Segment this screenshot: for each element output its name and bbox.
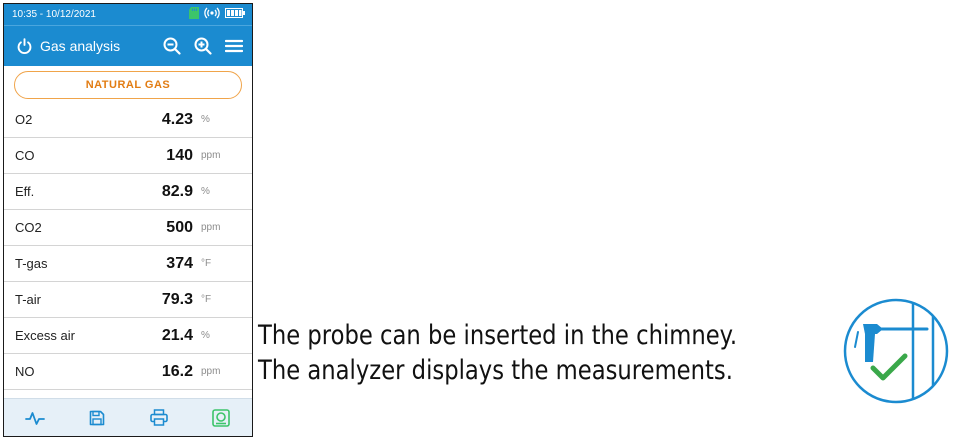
caption-line-2: The analyzer displays the measurements. [258,355,733,386]
fuel-selector-wrap: NATURAL GAS [4,66,252,99]
measurement-row-t-air[interactable]: T-air 79.3 °F [4,282,252,318]
measurement-label: Eff. [15,184,35,199]
measurement-unit: °F [201,294,212,305]
measurement-label: CO2 [15,220,42,235]
measurement-value: 82.9 [161,182,193,200]
measurement-value: 140 [166,146,193,164]
measurement-unit: % [201,186,210,197]
battery-icon [225,8,245,21]
refresh-icon[interactable] [14,36,34,56]
app-title-group: Gas analysis [14,36,120,56]
fuel-selector-button[interactable]: NATURAL GAS [14,71,242,99]
analyzer-screen: 10:35 - 10/12/2021 Gas analysis NATURAL … [3,3,253,437]
measurement-row-o2[interactable]: O2 4.23 % [4,102,252,138]
zoom-in-icon[interactable] [193,36,213,56]
measurement-unit: ppm [201,366,221,377]
measurement-label: CO [15,148,35,163]
measurement-value: 4.23 [161,110,193,128]
status-bar: 10:35 - 10/12/2021 [4,4,252,25]
measurement-label: T-air [15,292,41,307]
measurement-value: 16.2 [161,362,193,380]
measurement-unit: ppm [201,222,221,233]
caption: The probe can be inserted in the chimney… [258,318,737,388]
measurement-row-excess-air[interactable]: Excess air 21.4 % [4,318,252,354]
measurement-row-eff[interactable]: Eff. 82.9 % [4,174,252,210]
status-icons [189,7,245,22]
measurement-value: 500 [166,218,193,236]
measurement-label: NO [15,364,35,379]
measurement-value: 79.3 [161,290,193,308]
chart-icon[interactable] [25,408,45,428]
measurement-row-co2[interactable]: CO2 500 ppm [4,210,252,246]
measurement-row-no[interactable]: NO 16.2 ppm [4,354,252,390]
caption-line-1: The probe can be inserted in the chimney… [258,320,738,351]
bottom-toolbar [4,398,252,436]
wireless-signal-icon [204,7,220,22]
save-icon[interactable] [87,408,107,428]
probe-icon[interactable] [211,408,231,428]
menu-icon[interactable] [224,36,244,56]
datetime: 10:35 - 10/12/2021 [12,9,96,20]
measurement-value: 374 [166,254,193,272]
app-actions [162,36,244,56]
measurement-unit: ppm [201,150,221,161]
measurement-row-co[interactable]: CO 140 ppm [4,138,252,174]
probe-in-chimney-icon [843,298,949,404]
page-title: Gas analysis [40,38,121,54]
measurement-label: T-gas [15,256,48,271]
measurement-value: 21.4 [161,326,193,344]
measurement-unit: % [201,114,210,125]
measurement-list: O2 4.23 % CO 140 ppm Eff. 82.9 % CO2 500… [4,102,252,390]
app-bar: Gas analysis [4,25,252,66]
measurement-unit: °F [201,258,212,269]
zoom-out-icon[interactable] [162,36,182,56]
measurement-row-t-gas[interactable]: T-gas 374 °F [4,246,252,282]
sd-card-icon [189,7,199,22]
measurement-unit: % [201,330,210,341]
measurement-label: Excess air [15,328,75,343]
print-icon[interactable] [149,408,169,428]
measurement-label: O2 [15,112,33,127]
